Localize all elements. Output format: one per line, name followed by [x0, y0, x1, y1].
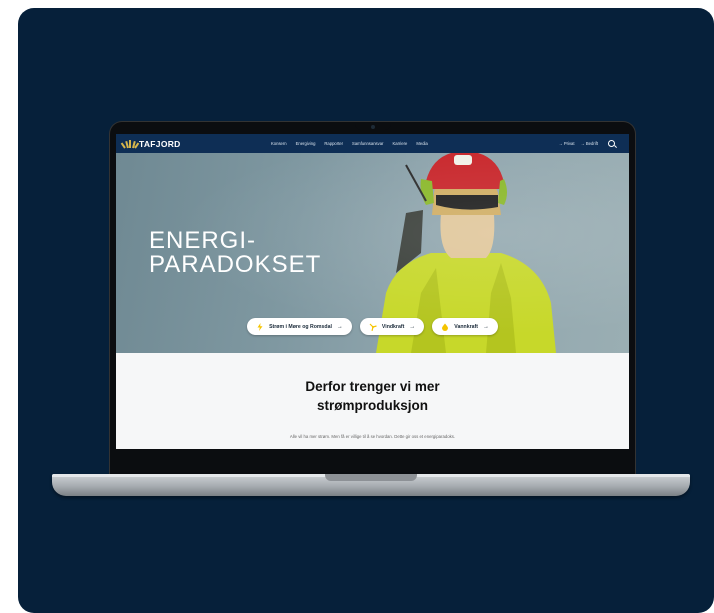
pill-vannkraft-button[interactable]: Vannkraft → — [432, 318, 498, 335]
main-nav: Konsern Energiving Rapporter Samfunnsans… — [271, 134, 428, 153]
hero-headline-line2: PARADOKSET — [149, 251, 322, 278]
logo[interactable]: TAFJORD — [120, 138, 181, 149]
pill-strom-label: Strøm i Møre og Romsdal — [269, 323, 332, 330]
laptop-base-notch — [325, 474, 417, 481]
camera-icon — [371, 125, 375, 129]
hero-headline-line1: ENERGI- — [149, 227, 257, 254]
intro-section: Derfor trenger vi mer strømproduksjon Al… — [116, 353, 629, 449]
arrow-right-icon: → — [409, 323, 416, 330]
logo-text: TAFJORD — [139, 138, 181, 149]
arrow-right-icon: → — [336, 323, 343, 330]
section-subtitle: Alle vil ha mer strøm. Men få er villige… — [289, 434, 456, 439]
lightning-icon — [257, 322, 263, 331]
hero-section: ENERGI- PARADOKSET Strøm i Møre og Romsd… — [116, 153, 629, 353]
hero-pill-row: Strøm i Møre og Romsdal → Vindkraft → Va… — [116, 318, 629, 335]
section-title: Derfor trenger vi mer strømproduksjon — [116, 377, 629, 415]
nav-item-samfunnsansvar[interactable]: Samfunnsansvar — [352, 141, 383, 146]
site-header: TAFJORD Konsern Energiving Rapporter Sam… — [116, 134, 629, 153]
wind-turbine-icon — [369, 323, 377, 331]
water-drop-icon — [442, 323, 449, 331]
pill-vannkraft-label: Vannkraft — [454, 323, 478, 330]
pill-strom-button[interactable]: Strøm i Møre og Romsdal → — [247, 318, 352, 335]
section-title-line1: Derfor trenger vi mer — [305, 379, 440, 394]
nav-item-media[interactable]: Media — [416, 141, 427, 146]
section-title-line2: strømproduksjon — [316, 398, 428, 413]
laptop-bezel — [116, 449, 629, 474]
nav-item-energiving[interactable]: Energiving — [296, 141, 316, 146]
pill-vindkraft-button[interactable]: Vindkraft → — [359, 318, 425, 335]
logo-mark-icon — [120, 139, 140, 149]
pill-vindkraft-label: Vindkraft — [381, 323, 405, 330]
nav-item-konsern[interactable]: Konsern — [271, 141, 287, 146]
nav-item-karriere[interactable]: Karriere — [392, 141, 407, 146]
arrow-right-icon: → — [482, 323, 489, 330]
link-privat[interactable]: → Privat — [558, 141, 574, 146]
link-bedrift[interactable]: → Bedrift — [581, 141, 598, 146]
nav-item-rapporter[interactable]: Rapporter — [324, 141, 343, 146]
hero-headline: ENERGI- PARADOKSET — [149, 229, 321, 277]
search-icon[interactable] — [608, 140, 615, 147]
header-right: → Privat → Bedrift — [558, 134, 615, 153]
laptop-screen: TAFJORD Konsern Energiving Rapporter Sam… — [116, 134, 629, 449]
